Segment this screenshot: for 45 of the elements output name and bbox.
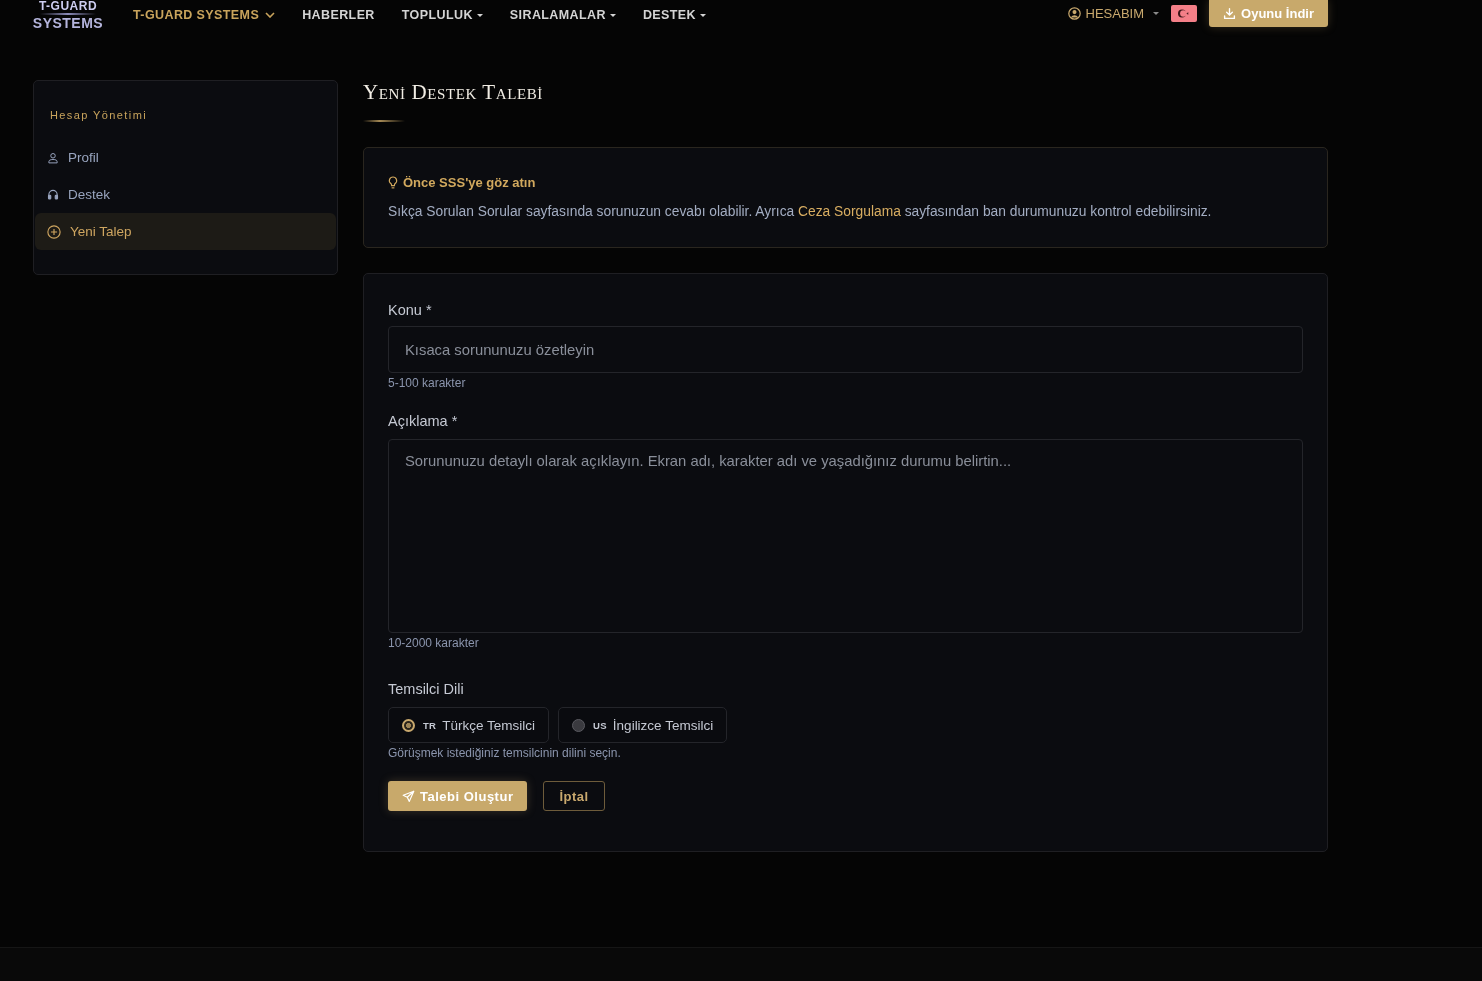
caret-icon [609, 13, 616, 17]
caret-icon [1153, 11, 1160, 15]
info-title: Önce SSS'ye göz atın [403, 174, 536, 190]
field-label: Konu * [388, 301, 432, 320]
caret-icon [476, 13, 483, 17]
sidebar-item[interactable]: Yeni Talep [35, 213, 336, 250]
page-title: Yeni Destek Talebi [363, 80, 543, 104]
radio-button[interactable] [402, 718, 415, 732]
nav-link[interactable]: HABERLER [302, 8, 375, 22]
radio-button[interactable] [572, 718, 586, 732]
nav-link[interactable]: DESTEK [642, 8, 706, 22]
radio-label: İngilizce Temsilci [612, 717, 714, 733]
plus-circle-icon [47, 224, 61, 239]
description-textarea[interactable]: Sorununuzu detaylı olarak açıklayın. Ekran adı, karakter adı ve yaşadığınız durumu belirtin... [388, 439, 1303, 633]
caret-icon [700, 13, 706, 17]
text-link[interactable]: Ceza Sorgulama [798, 204, 901, 219]
user-circle-icon [1067, 6, 1081, 20]
download-icon [1223, 7, 1237, 20]
sidebar-item[interactable]: Destek [35, 176, 336, 213]
field-label: Açıklama * [388, 412, 458, 431]
field-hint: 10-2000 karakter [388, 636, 479, 650]
field-hint: 5-100 karakter [388, 376, 466, 390]
language-code: US [593, 719, 607, 731]
send-icon [402, 789, 415, 803]
nav-link[interactable]: T-GUARD SYSTEMS [133, 8, 276, 22]
nav-link[interactable]: TOPLULUK [401, 8, 483, 22]
language-code: TR [423, 719, 437, 731]
logo[interactable]: T-GUARD SYSTEMS [33, 0, 103, 30]
sidebar-item[interactable]: Profil [35, 139, 336, 176]
flag-icon[interactable] [1171, 5, 1198, 22]
sidebar-heading: Hesap Yönetimi [50, 108, 148, 122]
account-menu[interactable]: HESABIM [1067, 0, 1160, 26]
field-label: Temsilci Dili [388, 680, 464, 699]
cancel-button[interactable]: İptal [543, 781, 605, 811]
lightbulb-icon [388, 175, 398, 189]
field-hint: Görüşmek istediğiniz temsilcinin dilini seçin. [388, 746, 621, 760]
radio-label: Türkçe Temsilci [442, 717, 536, 733]
info-text: Sıkça Sorulan Sorular sayfasında sorunuzun cevabı olabilir. Ayrıca Ceza Sorgulama sayfasından ban durumunuzu kontrol edebilirsiniz. [388, 203, 1212, 221]
user-icon [47, 151, 59, 164]
radio-option[interactable]: TR Türkçe Temsilci [388, 707, 550, 743]
subject-input[interactable]: Kısaca sorununuzu özetleyin [388, 326, 1303, 373]
headset-icon [47, 188, 59, 201]
chevron-down-icon [265, 12, 276, 18]
nav-link[interactable]: SIRALAMALAR [509, 8, 616, 22]
radio-option[interactable]: US İngilizce Temsilci [558, 707, 728, 743]
